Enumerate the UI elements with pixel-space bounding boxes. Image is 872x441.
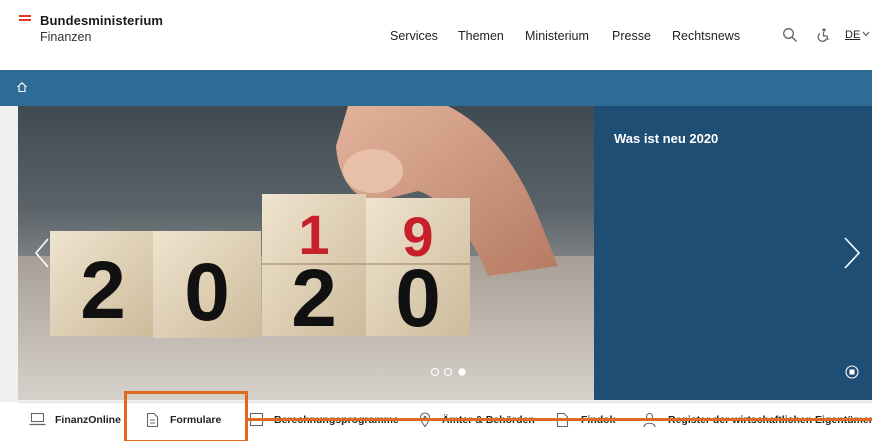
svg-text:2: 2 [291,253,337,344]
nav-ministerium[interactable]: Ministerium [525,29,589,43]
quick-link-finanzonline[interactable]: FinanzOnline [55,414,121,426]
svg-text:0: 0 [395,253,441,344]
pause-icon[interactable] [845,365,859,379]
slide-dot-3-active [458,368,466,376]
next-slide-icon[interactable] [843,236,861,270]
site-header: Bundesministerium Finanzen Services Them… [0,0,872,70]
teaser-title[interactable]: Was ist neu 2020 [614,131,718,146]
logo-line-1: Bundesministerium [40,13,164,28]
hero-teaser-panel[interactable]: Was ist neu 2020 [594,106,872,400]
chevron-down-icon[interactable] [862,31,870,37]
slide-dot-1 [430,367,440,377]
slide-dot-2 [443,367,453,377]
hero-image[interactable]: 1 9 2 0 2 0 [18,106,594,400]
language-selector[interactable]: DE [845,29,860,41]
logo-line-2: Finanzen [40,30,92,44]
svg-text:0: 0 [184,247,230,338]
svg-text:2: 2 [80,245,126,336]
accessibility-icon[interactable] [815,27,831,43]
annotation-highlight-box [124,391,248,441]
calendar-blocks-illustration: 1 9 2 0 2 0 [18,106,594,400]
search-icon[interactable] [782,27,798,43]
home-icon[interactable] [16,81,28,93]
slide-indicator[interactable] [430,367,470,377]
nav-services[interactable]: Services [390,29,438,43]
annotation-underline [248,418,872,421]
nav-rechtsnews[interactable]: Rechtsnews [672,29,740,43]
nav-themen[interactable]: Themen [458,29,504,43]
previous-slide-icon[interactable] [34,237,50,269]
laptop-icon [29,412,46,426]
breadcrumb-bar [0,70,872,106]
nav-presse[interactable]: Presse [612,29,651,43]
austria-flag-icon [19,15,31,23]
